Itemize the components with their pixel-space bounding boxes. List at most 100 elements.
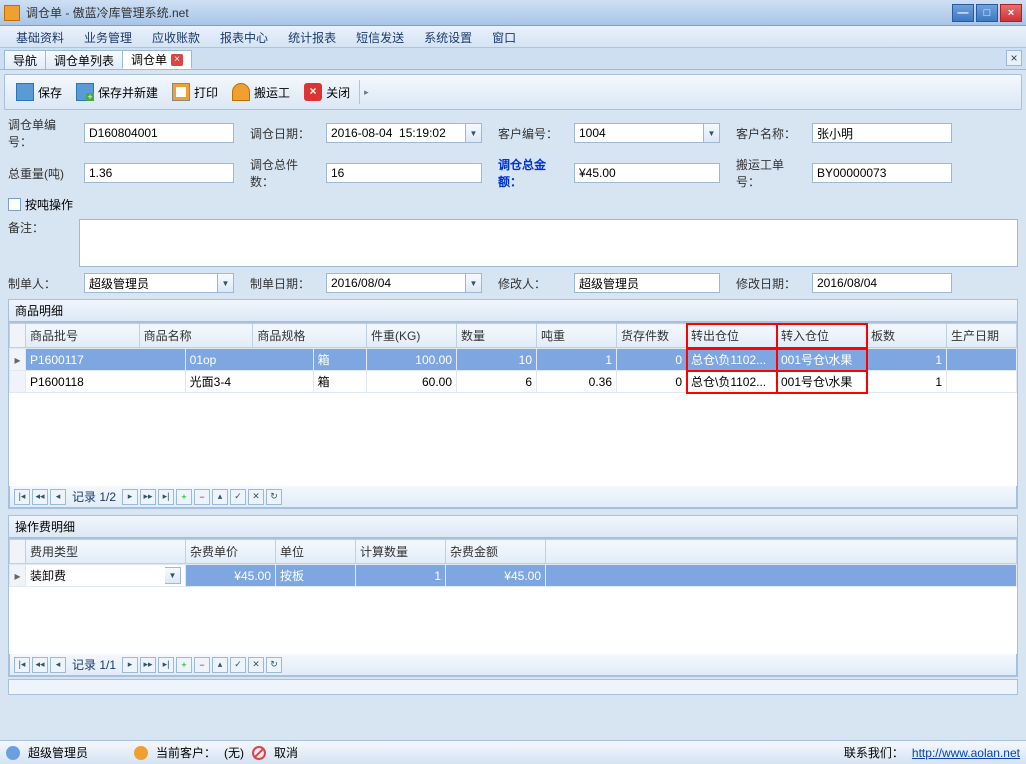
nav-label: 记录 1/2 (68, 488, 120, 505)
nav-confirm-button[interactable]: ✓ (230, 657, 246, 673)
menu-basic[interactable]: 基础资料 (6, 26, 74, 47)
col-fee-unit[interactable]: 单位 (276, 540, 356, 564)
toolbar-overflow-icon[interactable]: ▸ (364, 87, 372, 98)
nav-edit-button[interactable]: ▴ (212, 489, 228, 505)
close-button[interactable]: ×关闭 (297, 79, 357, 105)
khbh-dropdown-icon[interactable]: ▼ (704, 123, 720, 143)
input-dczjs[interactable] (326, 163, 482, 183)
status-contact-label: 联系我们： (844, 744, 904, 761)
menu-sms[interactable]: 短信发送 (346, 26, 414, 47)
tab-navigation[interactable]: 导航 (4, 50, 46, 69)
nav-cancel-button[interactable]: ✕ (248, 657, 264, 673)
menu-stats[interactable]: 统计报表 (278, 26, 346, 47)
zdr-dropdown-icon[interactable]: ▼ (218, 273, 234, 293)
menu-business[interactable]: 业务管理 (74, 26, 142, 47)
col-zc[interactable]: 转出仓位 (687, 324, 777, 348)
nav-nextpage-button[interactable]: ▸▸ (140, 657, 156, 673)
grid-fee-row[interactable]: ▸ 装卸费▼ ¥45.00 按板 1 ¥45.00 (10, 565, 1017, 587)
col-fee-amount[interactable]: 杂费金额 (446, 540, 546, 564)
cancel-icon[interactable] (252, 746, 266, 760)
nav-last-button[interactable]: ▸| (158, 657, 174, 673)
col-mc[interactable]: 商品名称 (139, 324, 253, 348)
label-khmc: 客户名称： (736, 125, 806, 142)
grid-fee-navigator: |◂ ◂◂ ◂ 记录 1/1 ▸ ▸▸ ▸| + − ▴ ✓ ✕ ↻ (9, 654, 1017, 676)
menu-receivable[interactable]: 应收账款 (142, 26, 210, 47)
toolbar: 保存 保存并新建 打印 搬运工 ×关闭 ▸ (4, 74, 1022, 110)
col-gg[interactable]: 商品规格 (253, 324, 367, 348)
nav-first-button[interactable]: |◂ (14, 489, 30, 505)
status-cancel[interactable]: 取消 (274, 744, 298, 761)
nav-add-button[interactable]: + (176, 657, 192, 673)
save-button[interactable]: 保存 (9, 79, 69, 105)
dcrq-dropdown-icon[interactable]: ▼ (466, 123, 482, 143)
nav-last-button[interactable]: ▸| (158, 489, 174, 505)
input-zdrq[interactable] (326, 273, 466, 293)
fee-type-dropdown-icon[interactable]: ▼ (165, 567, 181, 584)
grid-goods-row[interactable]: P1600118 光面3-4 箱 60.00 6 0.36 0 总仓\负1102… (10, 371, 1017, 393)
nav-confirm-button[interactable]: ✓ (230, 489, 246, 505)
input-dczje[interactable] (574, 163, 720, 183)
nav-edit-button[interactable]: ▴ (212, 657, 228, 673)
label-khbh: 客户编号： (498, 125, 568, 142)
nav-refresh-button[interactable]: ↻ (266, 657, 282, 673)
nav-prev-button[interactable]: ◂ (50, 657, 66, 673)
nav-next-button[interactable]: ▸ (122, 489, 138, 505)
save-new-button[interactable]: 保存并新建 (69, 79, 165, 105)
col-hcjs[interactable]: 货存件数 (617, 324, 687, 348)
input-bygdh[interactable] (812, 163, 952, 183)
col-scrq[interactable]: 生产日期 (947, 324, 1017, 348)
input-zdr[interactable] (84, 273, 218, 293)
minimize-button[interactable]: — (952, 4, 974, 22)
horizontal-scrollbar[interactable] (8, 679, 1018, 695)
input-dcdbh[interactable] (84, 123, 234, 143)
label-dcrq: 调仓日期： (250, 125, 320, 142)
customer-icon (134, 746, 148, 760)
nav-cancel-button[interactable]: ✕ (248, 489, 264, 505)
col-sl[interactable]: 数量 (457, 324, 537, 348)
col-fee-qty[interactable]: 计算数量 (356, 540, 446, 564)
tab-close-icon[interactable]: × (171, 54, 183, 66)
maximize-button[interactable]: □ (976, 4, 998, 22)
input-zzl[interactable] (84, 163, 234, 183)
nav-del-button[interactable]: − (194, 657, 210, 673)
menu-window[interactable]: 窗口 (482, 26, 526, 47)
print-button[interactable]: 打印 (165, 79, 225, 105)
input-khmc[interactable] (812, 123, 952, 143)
form-area: 调仓单编号： 调仓日期： ▼ 客户编号： ▼ 客户名称： 总重量(吨) 调仓总件… (0, 116, 1026, 677)
grid-fee-header-row: 费用类型 杂费单价 单位 计算数量 杂费金额 (10, 540, 1017, 564)
nav-del-button[interactable]: − (194, 489, 210, 505)
tab-dcd[interactable]: 调仓单 × (122, 50, 192, 69)
col-zr[interactable]: 转入仓位 (777, 324, 867, 348)
menu-settings[interactable]: 系统设置 (414, 26, 482, 47)
status-url[interactable]: http://www.aolan.net (912, 746, 1020, 760)
input-xgr[interactable] (574, 273, 720, 293)
col-bs[interactable]: 板数 (867, 324, 947, 348)
input-dcrq[interactable] (326, 123, 466, 143)
menu-report-center[interactable]: 报表中心 (210, 26, 278, 47)
nav-next-button[interactable]: ▸ (122, 657, 138, 673)
window-close-button[interactable]: × (1000, 4, 1022, 22)
input-bz[interactable] (79, 219, 1018, 267)
nav-prevpage-button[interactable]: ◂◂ (32, 489, 48, 505)
zdrq-dropdown-icon[interactable]: ▼ (466, 273, 482, 293)
nav-first-button[interactable]: |◂ (14, 657, 30, 673)
col-fee-price[interactable]: 杂费单价 (186, 540, 276, 564)
col-jz[interactable]: 件重(KG) (367, 324, 457, 348)
nav-refresh-button[interactable]: ↻ (266, 489, 282, 505)
checkbox-adcz[interactable]: 按吨操作 (8, 196, 73, 213)
statusbar: 超级管理员 当前客户： (无) 取消 联系我们： http://www.aola… (0, 740, 1026, 764)
input-xgrq[interactable] (812, 273, 952, 293)
col-fee-type[interactable]: 费用类型 (26, 540, 186, 564)
nav-prev-button[interactable]: ◂ (50, 489, 66, 505)
nav-add-button[interactable]: + (176, 489, 192, 505)
label-zdr: 制单人： (8, 275, 78, 292)
tab-dcd-list[interactable]: 调仓单列表 (45, 50, 123, 69)
worker-button[interactable]: 搬运工 (225, 79, 297, 105)
grid-goods-row[interactable]: ▸ P1600117 01op 箱 100.00 10 1 0 总仓\负1102… (10, 349, 1017, 371)
col-ph[interactable]: 商品批号 (26, 324, 140, 348)
col-tz[interactable]: 吨重 (537, 324, 617, 348)
input-khbh[interactable] (574, 123, 704, 143)
nav-prevpage-button[interactable]: ◂◂ (32, 657, 48, 673)
tabs-close-button[interactable]: × (1006, 50, 1022, 66)
nav-nextpage-button[interactable]: ▸▸ (140, 489, 156, 505)
